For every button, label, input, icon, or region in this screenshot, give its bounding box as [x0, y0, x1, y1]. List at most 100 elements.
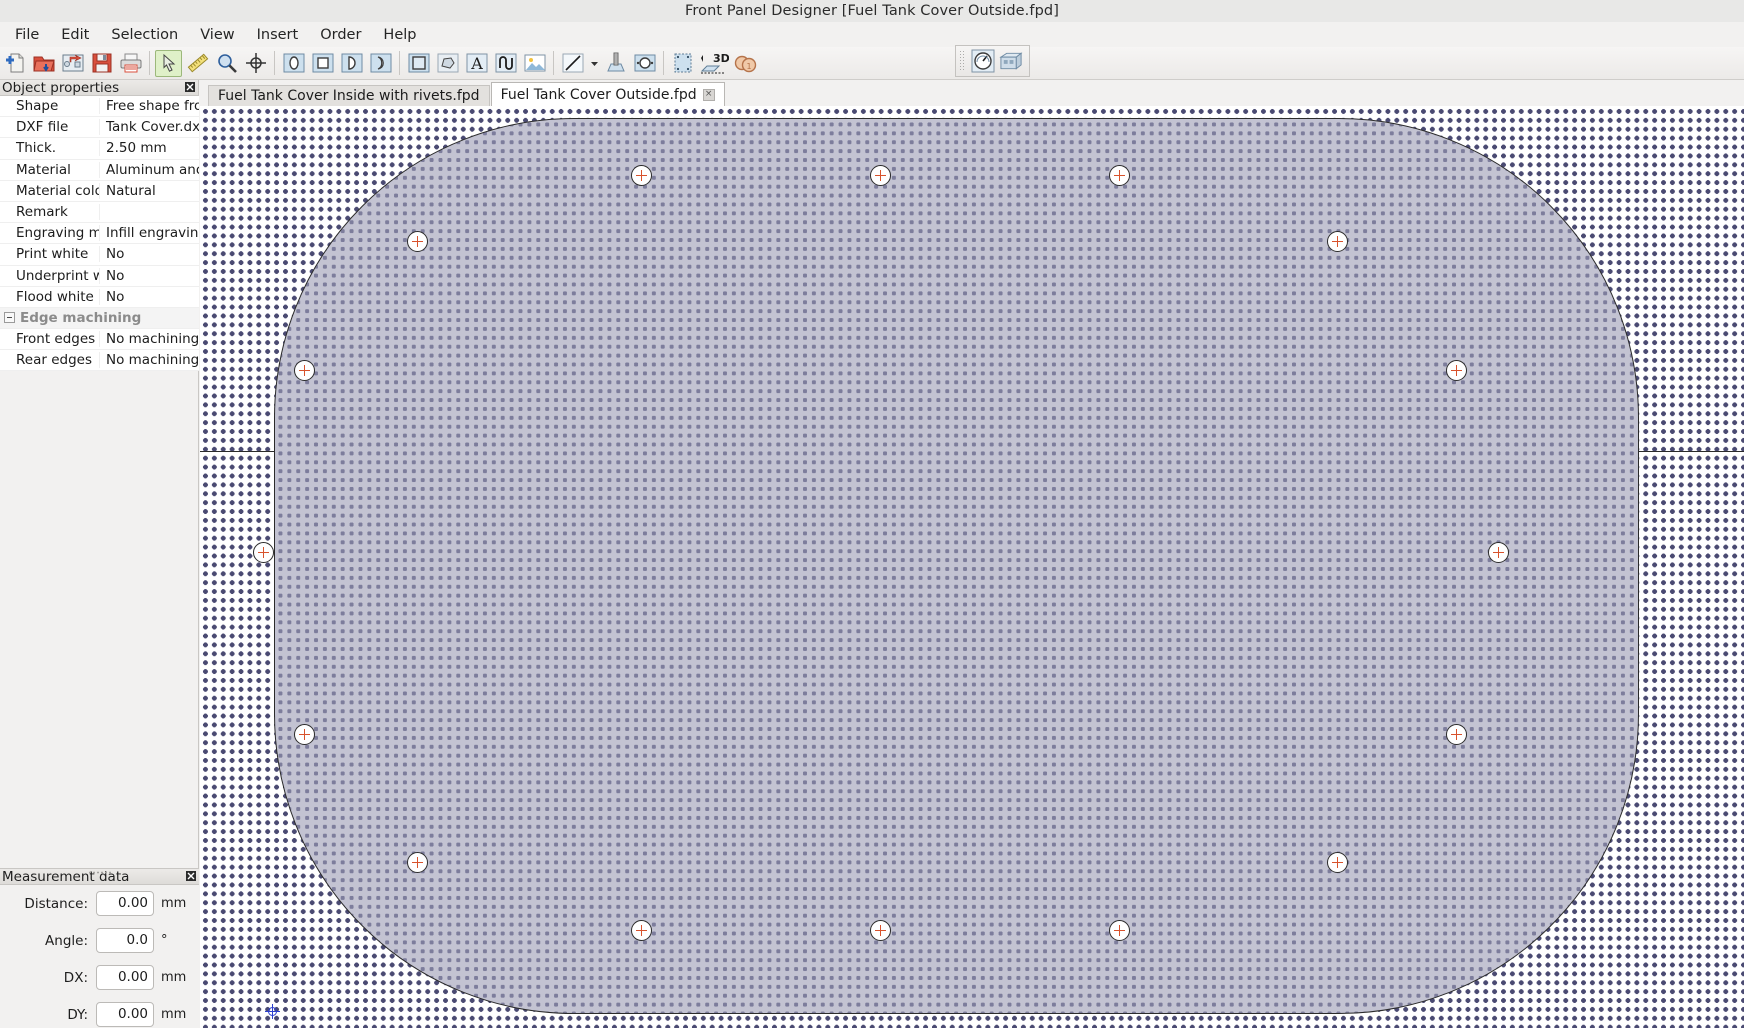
- property-row-rear-edges[interactable]: Rear edges No machining: [0, 350, 199, 372]
- object-properties-grid: Shape Free shape from DXF file Tank Cove…: [0, 96, 199, 372]
- property-name: Remark: [0, 204, 100, 221]
- menu-order[interactable]: Order: [309, 25, 372, 45]
- select-arrow-icon[interactable]: [155, 49, 182, 77]
- property-row-underprint-white[interactable]: Underprint w No: [0, 265, 199, 287]
- property-name: Print white: [0, 246, 100, 263]
- panel-icon[interactable]: [669, 50, 696, 77]
- dy-input[interactable]: 0.00: [96, 1002, 154, 1027]
- rivet-hole[interactable]: [253, 542, 274, 563]
- rivet-hole[interactable]: [631, 165, 652, 186]
- dx-input[interactable]: 0.00: [96, 965, 154, 990]
- object-properties-header: Object properties: [0, 80, 198, 96]
- design-canvas[interactable]: [200, 106, 1744, 1028]
- import-dxf-icon[interactable]: [59, 50, 86, 77]
- print-icon[interactable]: [117, 50, 144, 77]
- property-row-flood-white[interactable]: Flood white No: [0, 286, 199, 308]
- menu-edit[interactable]: Edit: [50, 25, 100, 45]
- secondary-toolbar: [955, 45, 1030, 77]
- property-row-shape[interactable]: Shape Free shape from: [0, 96, 199, 118]
- rivet-hole[interactable]: [1109, 920, 1130, 941]
- panel-outline-shape[interactable]: [274, 118, 1639, 1014]
- price-icon[interactable]: 1: [732, 50, 758, 77]
- ellipse-hole-icon[interactable]: [280, 50, 307, 77]
- property-name: DXF file: [0, 119, 100, 136]
- menu-file[interactable]: File: [4, 25, 50, 45]
- threaded-hole-icon[interactable]: [602, 50, 629, 77]
- save-icon[interactable]: [88, 50, 115, 77]
- freeform-icon[interactable]: [434, 50, 461, 77]
- close-icon[interactable]: [184, 81, 196, 93]
- chevron-down-icon[interactable]: [588, 50, 600, 77]
- toolbar-panel-group: 3D 1: [668, 50, 759, 77]
- curve-slot-icon[interactable]: [367, 50, 394, 77]
- square-cutout-icon[interactable]: [405, 50, 432, 77]
- menu-view[interactable]: View: [189, 25, 245, 45]
- toolbar-separator: [663, 51, 664, 75]
- ruler-icon[interactable]: [184, 50, 211, 77]
- rivet-hole[interactable]: [294, 724, 315, 745]
- gauge-icon[interactable]: [969, 48, 996, 75]
- zoom-icon[interactable]: [213, 50, 240, 77]
- menu-insert[interactable]: Insert: [246, 25, 310, 45]
- rivet-hole[interactable]: [1446, 724, 1467, 745]
- rivet-hole[interactable]: [870, 165, 891, 186]
- rivet-hole[interactable]: [407, 852, 428, 873]
- property-value: Tank Cover.dxf: [106, 119, 199, 136]
- property-row-remark[interactable]: Remark: [0, 201, 199, 224]
- spline-icon[interactable]: [492, 50, 519, 77]
- distance-input[interactable]: 0.00: [96, 891, 154, 916]
- property-row-engraving-mode[interactable]: Engraving m Infill engraving: [0, 223, 199, 245]
- property-row-material[interactable]: Material Aluminum anod: [0, 159, 199, 181]
- measurement-row-dx: DX: 0.00 mm: [0, 959, 199, 996]
- menu-help[interactable]: Help: [372, 25, 427, 45]
- pocket-milling-icon[interactable]: [631, 50, 658, 77]
- rivet-hole[interactable]: [870, 920, 891, 941]
- line-tool-icon[interactable]: [559, 50, 586, 77]
- crosshair-icon[interactable]: [242, 50, 269, 77]
- property-row-print-white[interactable]: Print white No: [0, 244, 199, 266]
- origin-marker[interactable]: [265, 1004, 280, 1019]
- rivet-hole[interactable]: [1109, 165, 1130, 186]
- svg-text:1: 1: [746, 62, 751, 71]
- property-row-material-color[interactable]: Material colo Natural: [0, 180, 199, 202]
- toolbar-line-group: [558, 50, 659, 77]
- property-value: Natural: [106, 182, 156, 199]
- enclosure-icon[interactable]: [998, 48, 1025, 75]
- rivet-hole[interactable]: [294, 360, 315, 381]
- new-file-icon[interactable]: [1, 50, 28, 77]
- close-icon[interactable]: [185, 870, 197, 882]
- rivet-hole[interactable]: [631, 920, 652, 941]
- dx-label: DX:: [63, 969, 88, 986]
- d-shape-icon[interactable]: [338, 50, 365, 77]
- window-title: Front Panel Designer [Fuel Tank Cover Ou…: [685, 3, 1059, 19]
- toolbar-drag-handle[interactable]: [959, 50, 966, 72]
- open-file-icon[interactable]: [30, 50, 57, 77]
- rivet-hole[interactable]: [407, 231, 428, 252]
- property-name: Flood white: [0, 288, 100, 305]
- property-row-thickness[interactable]: Thick. 2.50 mm: [0, 138, 199, 160]
- property-value: No: [106, 246, 125, 263]
- property-row-dxf-file[interactable]: DXF file Tank Cover.dxf: [0, 117, 199, 139]
- rivet-hole[interactable]: [1327, 231, 1348, 252]
- rivet-hole[interactable]: [1327, 852, 1348, 873]
- property-row-front-edges[interactable]: Front edges No machining: [0, 329, 199, 351]
- collapse-minus-icon[interactable]: [4, 312, 15, 324]
- rivet-hole[interactable]: [1488, 542, 1509, 563]
- menu-selection[interactable]: Selection: [100, 25, 189, 45]
- rivet-hole[interactable]: [1446, 360, 1467, 381]
- view-3d-icon[interactable]: 3D: [698, 50, 730, 77]
- tab-fuel-tank-cover-outside[interactable]: Fuel Tank Cover Outside.fpd ×: [490, 82, 725, 106]
- tab-fuel-tank-cover-inside[interactable]: Fuel Tank Cover Inside with rivets.fpd: [208, 85, 490, 106]
- image-icon[interactable]: [521, 50, 548, 77]
- distance-label: Distance:: [24, 895, 88, 912]
- left-dock: Object properties Shape Free shape from …: [0, 80, 199, 1028]
- panel-drag-dots[interactable]: [87, 871, 112, 874]
- rect-hole-icon[interactable]: [309, 50, 336, 77]
- property-name: Rear edges: [0, 352, 100, 369]
- text-icon[interactable]: A: [463, 50, 490, 77]
- measurement-data-panel: Measurement data Distance: 0.00 mm Angle…: [0, 868, 199, 1028]
- property-group-edge-machining[interactable]: Edge machining: [0, 307, 199, 330]
- angle-input[interactable]: 0.0: [96, 928, 154, 953]
- object-properties-title: Object properties: [2, 79, 120, 96]
- tab-close-icon[interactable]: ×: [702, 88, 715, 101]
